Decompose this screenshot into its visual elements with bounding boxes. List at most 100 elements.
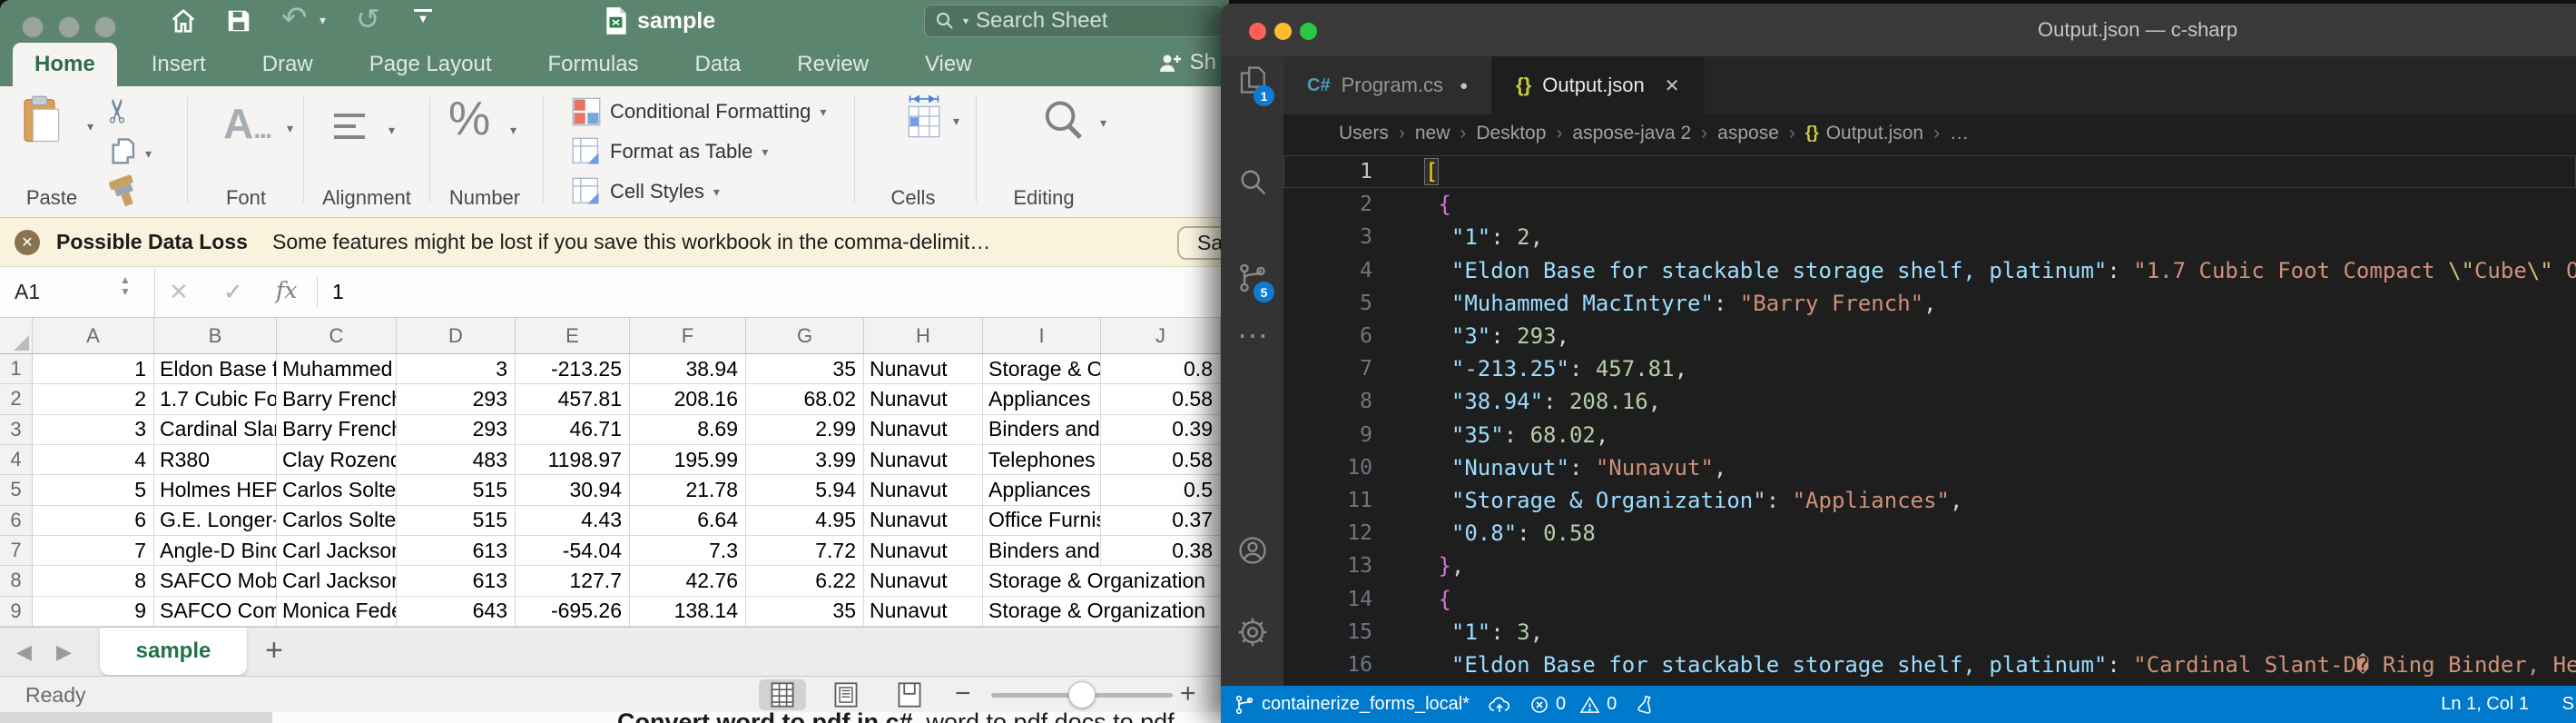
number-format-icon[interactable]: % <box>448 92 490 146</box>
cell[interactable]: 4 <box>33 445 154 475</box>
cell[interactable]: 2 <box>33 384 154 414</box>
cell[interactable]: Clay Rozendal <box>277 445 397 475</box>
col-header-F[interactable]: F <box>630 318 746 354</box>
cell[interactable]: 293 <box>397 415 516 445</box>
editing-icon[interactable] <box>1040 97 1087 144</box>
col-header-D[interactable]: D <box>397 318 516 354</box>
col-header-G[interactable]: G <box>746 318 864 354</box>
cell[interactable]: 5.94 <box>746 475 864 505</box>
cell[interactable]: Nunavut <box>864 384 983 414</box>
alignment-icon[interactable] <box>334 114 365 139</box>
ribbon-tab-home[interactable]: Home <box>13 43 117 86</box>
enter-icon[interactable]: ✓ <box>223 278 243 306</box>
code-line[interactable]: 8 "38.94": 208.16, <box>1283 385 2576 418</box>
cell[interactable]: 457.81 <box>516 384 630 414</box>
breadcrumb-item[interactable]: aspose-java 2 <box>1572 123 1691 144</box>
cell[interactable]: 35 <box>746 354 864 384</box>
cell[interactable]: 613 <box>397 566 516 596</box>
cell[interactable]: G.E. Longer-Life Indoor Recessed Floodli… <box>154 506 277 536</box>
breadcrumb-item[interactable]: Desktop <box>1476 123 1546 144</box>
cell[interactable]: Holmes HEPA Air Purifier <box>154 475 277 505</box>
cell[interactable]: Storage & Organization <box>983 354 1101 384</box>
cell[interactable]: 68.02 <box>746 384 864 414</box>
settings-gear-icon[interactable] <box>1236 616 1269 649</box>
paste-dropdown-icon[interactable]: ▾ <box>87 119 93 134</box>
font-icon[interactable]: A... <box>223 99 270 148</box>
cell[interactable]: 515 <box>397 475 516 505</box>
cell[interactable]: Binders and Binder Accessories <box>983 415 1101 445</box>
cell[interactable]: 7 <box>33 536 154 566</box>
search-dropdown-icon[interactable]: ▾ <box>963 15 968 27</box>
minimize-traffic-light[interactable] <box>58 16 80 38</box>
code-editor[interactable]: 1[2 {3 "1": 2,4 "Eldon Base for stackabl… <box>1283 153 2576 686</box>
search-input[interactable]: ▾ Search Sheet <box>924 5 1224 37</box>
copy-icon[interactable] <box>111 137 138 166</box>
cell[interactable]: 5 <box>33 475 154 505</box>
close-traffic-light[interactable] <box>22 16 44 38</box>
cell[interactable]: 3 <box>397 354 516 384</box>
code-line[interactable]: 7 "-213.25": 457.81, <box>1283 352 2576 385</box>
name-box-stepper[interactable]: ▲▼ <box>120 274 131 298</box>
normal-view-button[interactable] <box>759 679 806 710</box>
zoom-out-button[interactable]: − <box>955 678 971 709</box>
cell[interactable]: 208.16 <box>630 384 746 414</box>
cell[interactable]: 6.64 <box>630 506 746 536</box>
cell[interactable]: 1198.97 <box>516 445 630 475</box>
cell[interactable]: 30.94 <box>516 475 630 505</box>
cell[interactable]: Appliances <box>983 475 1101 505</box>
code-line[interactable]: 13 }, <box>1283 550 2576 582</box>
cell[interactable]: 483 <box>397 445 516 475</box>
cell[interactable]: R380 <box>154 445 277 475</box>
cell[interactable]: -213.25 <box>516 354 630 384</box>
page-break-view-button[interactable] <box>886 679 933 710</box>
breadcrumb-item[interactable]: Users <box>1339 123 1389 144</box>
copy-dropdown-icon[interactable]: ▾ <box>145 146 152 162</box>
cell[interactable]: Barry French <box>277 384 397 414</box>
ribbon-tab-review[interactable]: Review <box>775 43 890 86</box>
cell[interactable]: 4.43 <box>516 506 630 536</box>
editing-dropdown-icon[interactable]: ▾ <box>1100 115 1106 131</box>
col-header-J[interactable]: J <box>1101 318 1221 354</box>
cell[interactable]: SAFCO Mobile Desk Side File, Wire Frame <box>154 566 277 596</box>
cell[interactable]: 7.3 <box>630 536 746 566</box>
cell[interactable]: 7.72 <box>746 536 864 566</box>
editor-tab-output.json[interactable]: {}Output.json✕ <box>1492 56 1704 114</box>
account-icon[interactable] <box>1236 534 1269 567</box>
cell[interactable]: 515 <box>397 506 516 536</box>
cell[interactable]: 21.78 <box>630 475 746 505</box>
zoom-slider-thumb[interactable] <box>1068 681 1096 708</box>
code-line[interactable]: 5 "Muhammed MacIntyre": "Barry French", <box>1283 287 2576 320</box>
minimize-traffic-light[interactable] <box>1274 23 1292 40</box>
redo-icon[interactable]: ↺ <box>356 2 380 36</box>
cell[interactable]: 138.14 <box>630 597 746 627</box>
more-views-icon[interactable]: ⋯ <box>1236 318 1269 351</box>
alignment-dropdown-icon[interactable]: ▾ <box>388 123 395 138</box>
cell[interactable]: 46.71 <box>516 415 630 445</box>
cell[interactable]: Eldon Base for stackable storage shelf, … <box>154 354 277 384</box>
cell[interactable]: 0.58 <box>1101 384 1221 414</box>
cell[interactable]: 42.76 <box>630 566 746 596</box>
cell[interactable]: Nunavut <box>864 506 983 536</box>
code-line[interactable]: 3 "1": 2, <box>1283 221 2576 253</box>
cell[interactable]: Muhammed MacIntyre <box>277 354 397 384</box>
cell[interactable]: 0.38 <box>1101 536 1221 566</box>
code-line[interactable]: 9 "35": 68.02, <box>1283 419 2576 451</box>
cell-styles-button[interactable]: Cell Styles ▾ <box>572 177 720 206</box>
ribbon-tab-formulas[interactable]: Formulas <box>526 43 661 86</box>
cell[interactable]: 293 <box>397 384 516 414</box>
paste-icon[interactable] <box>22 95 64 144</box>
conditional-formatting-button[interactable]: Conditional Formatting ▾ <box>572 97 826 126</box>
row-header-1[interactable]: 1 <box>0 354 33 384</box>
number-dropdown-icon[interactable]: ▾ <box>510 123 516 138</box>
cell[interactable]: 0.39 <box>1101 415 1221 445</box>
cell[interactable]: Nunavut <box>864 536 983 566</box>
add-sheet-button[interactable]: + <box>265 633 283 669</box>
row-header-9[interactable]: 9 <box>0 597 33 627</box>
ribbon-tab-page-layout[interactable]: Page Layout <box>348 43 514 86</box>
fx-icon[interactable]: fx <box>276 277 297 303</box>
cut-icon[interactable]: ✂ <box>99 97 137 124</box>
cell[interactable]: Cardinal Slant-D Ring Binder <box>154 415 277 445</box>
cursor-position[interactable]: Ln 1, Col 1 <box>2441 694 2529 715</box>
cell[interactable]: Angle-D Binders with Locking Rings <box>154 536 277 566</box>
cell[interactable]: Carlos Soltero <box>277 475 397 505</box>
